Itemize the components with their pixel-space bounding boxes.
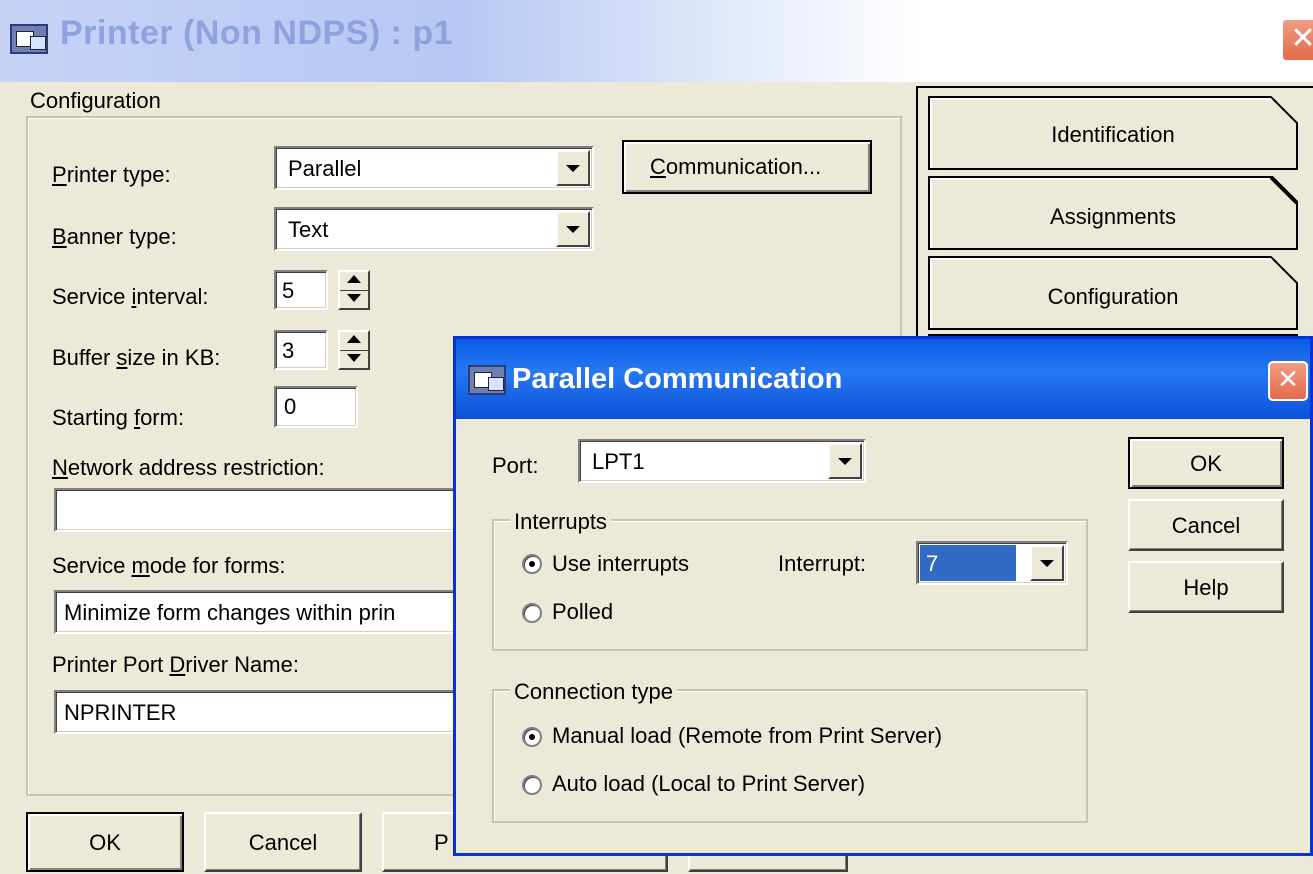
- use-interrupts-radio[interactable]: [522, 554, 542, 574]
- use-interrupts-label[interactable]: Use interrupts: [552, 551, 689, 577]
- app-icon: [10, 24, 48, 54]
- spin-down-icon[interactable]: [340, 350, 368, 368]
- port-driver-value: NPRINTER: [64, 700, 177, 725]
- main-third-label: P: [434, 830, 449, 855]
- service-mode-value: Minimize form changes within prin: [64, 600, 396, 625]
- dialog-help-button[interactable]: Help: [1128, 561, 1284, 613]
- spin-up-icon[interactable]: [340, 332, 368, 351]
- page-fold-icon: [1270, 256, 1298, 284]
- port-driver-input[interactable]: NPRINTER: [54, 690, 474, 734]
- tab-label: Identification: [1051, 122, 1175, 147]
- starting-form-value: 0: [284, 394, 297, 419]
- chevron-down-icon[interactable]: [828, 443, 862, 479]
- port-select[interactable]: LPT1: [578, 439, 866, 483]
- buffer-size-spinner[interactable]: [338, 330, 370, 370]
- main-title-bar[interactable]: Printer (Non NDPS) : p1 ✕: [0, 0, 1313, 82]
- service-mode-label: Service mode for forms:: [52, 553, 286, 578]
- dialog-help-label: Help: [1183, 575, 1229, 600]
- service-interval-value: 5: [282, 278, 295, 303]
- main-cancel-label: Cancel: [248, 830, 318, 855]
- app-icon: [468, 365, 506, 395]
- page-fold-icon: [1270, 176, 1298, 204]
- chevron-down-icon[interactable]: [1030, 545, 1064, 581]
- service-mode-select[interactable]: Minimize form changes within prin: [54, 590, 474, 634]
- communication-button[interactable]: Communication...: [622, 140, 872, 194]
- interrupt-value: 7: [926, 551, 939, 576]
- main-ok-label: OK: [89, 830, 121, 855]
- banner-type-label: Banner type:: [52, 224, 177, 249]
- tab-configuration[interactable]: Configuration: [928, 256, 1298, 330]
- dialog-close-button[interactable]: ✕: [1268, 361, 1308, 401]
- tab-label: Configuration: [1047, 284, 1179, 309]
- interrupts-group: [492, 519, 1088, 651]
- port-driver-label: Printer Port Driver Name:: [52, 652, 299, 677]
- printer-type-value: Parallel: [288, 156, 362, 181]
- interrupts-group-label: Interrupts: [510, 509, 611, 535]
- main-close-button[interactable]: ✕: [1281, 18, 1313, 62]
- parallel-communication-dialog: Parallel Communication ✕ Port: LPT1 Inte…: [453, 336, 1313, 856]
- close-icon: ✕: [1290, 21, 1313, 56]
- connection-type-group: [492, 689, 1088, 823]
- tab-identification[interactable]: Identification: [928, 96, 1298, 170]
- manual-load-label[interactable]: Manual load (Remote from Print Server): [552, 723, 942, 749]
- tab-assignments[interactable]: Assignments: [928, 176, 1298, 250]
- network-restriction-label: Network address restriction:: [52, 455, 325, 480]
- banner-type-select[interactable]: Text: [274, 207, 594, 251]
- polled-radio[interactable]: [522, 603, 542, 623]
- printer-type-select[interactable]: Parallel: [274, 146, 594, 190]
- spin-down-icon[interactable]: [340, 290, 368, 308]
- starting-form-label: Starting form:: [52, 405, 185, 430]
- main-ok-button[interactable]: OK: [26, 812, 184, 872]
- buffer-size-input[interactable]: 3: [274, 330, 328, 370]
- section-title: Configuration: [30, 88, 161, 113]
- dialog-cancel-button[interactable]: Cancel: [1128, 499, 1284, 551]
- chevron-down-icon[interactable]: [556, 211, 590, 247]
- buffer-size-value: 3: [282, 338, 295, 363]
- close-icon: ✕: [1277, 365, 1299, 395]
- auto-load-label[interactable]: Auto load (Local to Print Server): [552, 771, 865, 797]
- auto-load-radio[interactable]: [522, 775, 542, 795]
- manual-load-radio[interactable]: [522, 727, 542, 747]
- connection-type-group-label: Connection type: [510, 679, 677, 705]
- dialog-ok-button[interactable]: OK: [1128, 437, 1284, 489]
- interrupt-select[interactable]: 7: [916, 541, 1068, 585]
- page-fold-icon: [1270, 96, 1298, 124]
- spin-up-icon[interactable]: [340, 272, 368, 291]
- chevron-down-icon[interactable]: [556, 150, 590, 186]
- polled-label[interactable]: Polled: [552, 599, 613, 625]
- service-interval-input[interactable]: 5: [274, 270, 328, 310]
- banner-type-value: Text: [288, 217, 329, 242]
- main-cancel-button[interactable]: Cancel: [204, 812, 362, 872]
- printer-type-label: Printer type:: [52, 162, 171, 187]
- interrupt-label: Interrupt:: [778, 551, 867, 576]
- network-restriction-input[interactable]: [54, 488, 474, 532]
- dialog-title: Parallel Communication: [512, 363, 843, 395]
- main-window-title: Printer (Non NDPS) : p1: [60, 14, 454, 52]
- dialog-title-bar[interactable]: Parallel Communication ✕: [456, 339, 1310, 419]
- dialog-ok-label: OK: [1190, 451, 1222, 476]
- tab-label: Assignments: [1050, 204, 1176, 229]
- dialog-cancel-label: Cancel: [1171, 513, 1241, 538]
- port-value: LPT1: [592, 449, 645, 474]
- buffer-size-label: Buffer size in KB:: [52, 345, 221, 370]
- service-interval-spinner[interactable]: [338, 270, 370, 310]
- starting-form-input[interactable]: 0: [274, 386, 358, 428]
- port-label: Port:: [492, 453, 539, 478]
- service-interval-label: Service interval:: [52, 284, 209, 309]
